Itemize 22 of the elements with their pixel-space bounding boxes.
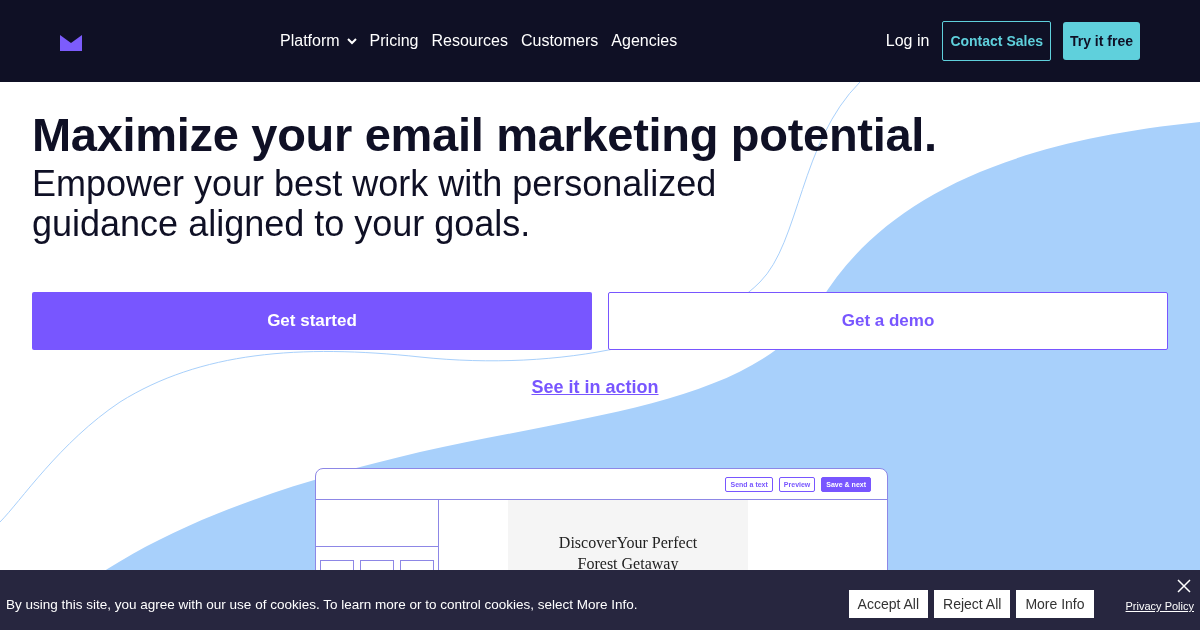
try-free-button[interactable]: Try it free [1062,22,1140,60]
cookie-notice: By using this site, you agree with our use of cookies. To learn more or to control cookies, select More Info. [6,596,638,612]
get-started-button[interactable]: Get started [32,292,592,350]
cookie-button[interactable]: More Info [1016,590,1094,618]
caret-icon [346,37,357,45]
cookie-button[interactable]: Reject All [934,590,1011,618]
close-icon[interactable] [1177,579,1191,593]
nav-link[interactable]: Pricing [369,32,419,50]
see-in-action-link[interactable]: See it in action [531,377,669,398]
nav-link[interactable]: Agencies [611,32,678,50]
headline: Maximize your email marketing potential. [32,108,938,162]
nav-link[interactable]: Resources [431,32,508,50]
nav-link[interactable]: Customers [520,32,599,50]
get-demo-button[interactable]: Get a demo [608,292,1168,350]
cookie-button[interactable]: Accept All [848,590,929,618]
logo-icon[interactable] [60,35,82,51]
privacy-policy-link[interactable]: Privacy Policy [1125,600,1194,612]
email-heading: DiscoverYour Perfect Forest Getaway [558,533,698,574]
nav-link[interactable]: Platform [280,32,357,50]
login-link[interactable]: Log in [885,32,930,50]
contact-sales-button[interactable]: Contact Sales [942,21,1051,61]
subheadline: Empower your best work with personalized guidance aligned to your goals. [32,164,718,244]
